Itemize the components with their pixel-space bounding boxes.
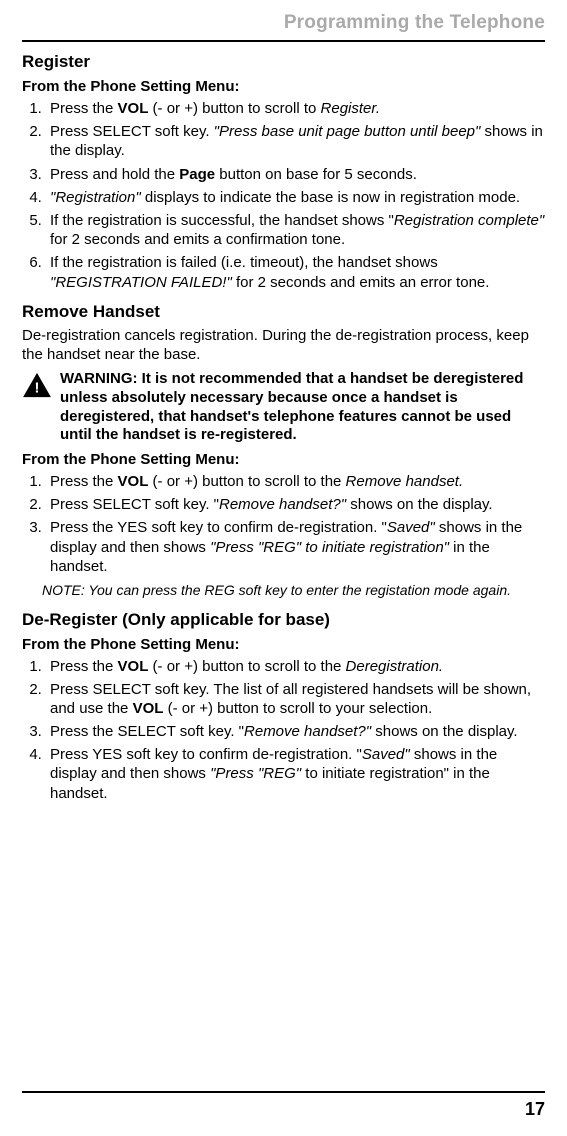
section-remove-title: Remove Handset: [22, 302, 545, 322]
step-text: Press YES soft key to confirm de-registr…: [50, 746, 501, 801]
step-text: Press the VOL (- or +) button to scroll …: [50, 658, 443, 675]
warning-icon: !: [22, 372, 52, 403]
section-deregister-title: De-Register (Only applicable for base): [22, 610, 545, 630]
register-menu-label: From the Phone Setting Menu:: [22, 78, 545, 95]
warning-block: ! WARNING: It is not recommended that a …: [22, 370, 545, 445]
list-item: Press YES soft key to confirm de-registr…: [46, 745, 545, 803]
register-steps: Press the VOL (- or +) button to scroll …: [22, 99, 545, 292]
step-text: Press the SELECT soft key. "Remove hands…: [50, 723, 518, 740]
header-title: Programming the Telephone: [22, 12, 545, 34]
list-item: If the registration is successful, the h…: [46, 211, 545, 249]
step-text: "Registration" displays to indicate the …: [50, 189, 520, 206]
list-item: Press the VOL (- or +) button to scroll …: [46, 657, 545, 676]
deregister-steps: Press the VOL (- or +) button to scroll …: [22, 657, 545, 803]
list-item: Press the VOL (- or +) button to scroll …: [46, 99, 545, 118]
section-register-title: Register: [22, 52, 545, 72]
list-item: Press the SELECT soft key. "Remove hands…: [46, 722, 545, 741]
list-item: Press SELECT soft key. "Remove handset?"…: [46, 495, 545, 514]
step-text: Press and hold the Page button on base f…: [50, 166, 417, 183]
step-text: If the registration is successful, the h…: [50, 212, 548, 248]
remove-note: NOTE: You can press the REG soft key to …: [42, 582, 545, 600]
page-number: 17: [22, 1099, 545, 1120]
list-item: Press SELECT soft key. The list of all r…: [46, 680, 545, 718]
remove-steps: Press the VOL (- or +) button to scroll …: [22, 472, 545, 576]
top-rule: [22, 40, 545, 42]
step-text: Press SELECT soft key. "Remove handset?"…: [50, 496, 493, 513]
list-item: Press the YES soft key to confirm de-reg…: [46, 518, 545, 576]
step-text: Press the YES soft key to confirm de-reg…: [50, 519, 526, 574]
list-item: "Registration" displays to indicate the …: [46, 188, 545, 207]
step-text: Press the VOL (- or +) button to scroll …: [50, 473, 463, 490]
svg-text:!: !: [35, 380, 40, 396]
list-item: Press and hold the Page button on base f…: [46, 165, 545, 184]
step-text: Press SELECT soft key. The list of all r…: [50, 681, 535, 717]
warning-text: WARNING: It is not recommended that a ha…: [60, 370, 545, 445]
list-item: Press SELECT soft key. "Press base unit …: [46, 122, 545, 160]
step-text: Press the VOL (- or +) button to scroll …: [50, 100, 380, 117]
remove-menu-label: From the Phone Setting Menu:: [22, 451, 545, 468]
deregister-menu-label: From the Phone Setting Menu:: [22, 636, 545, 653]
remove-intro: De-registration cancels registration. Du…: [22, 326, 545, 364]
list-item: Press the VOL (- or +) button to scroll …: [46, 472, 545, 491]
footer: 17: [22, 1091, 545, 1120]
step-text: Press SELECT soft key. "Press base unit …: [50, 123, 547, 159]
step-text: If the registration is failed (i.e. time…: [50, 254, 489, 290]
list-item: If the registration is failed (i.e. time…: [46, 253, 545, 291]
footer-rule: [22, 1091, 545, 1093]
page: Programming the Telephone Register From …: [0, 0, 567, 1136]
